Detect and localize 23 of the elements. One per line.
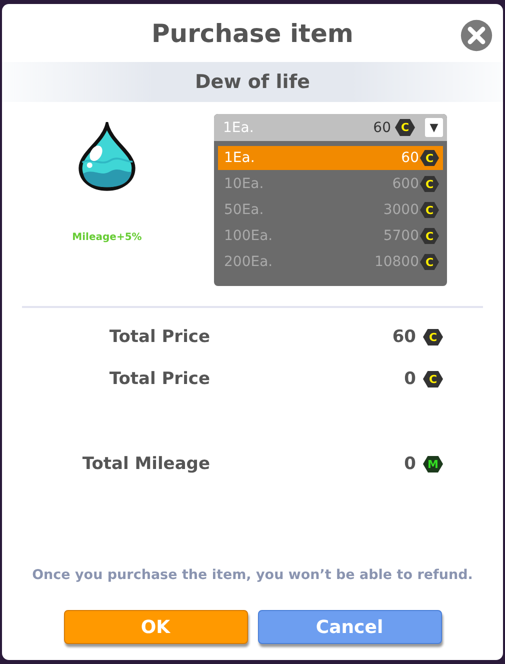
quantity-dropdown[interactable]: 1Ea. 60 C ▼ 1Ea. 60 C 10Ea. 600 C 50Ea. 3000 C 100Ea. 5700 C 200Ea. 10800 C [214, 114, 447, 286]
item-name: Dew of life [195, 71, 310, 93]
quantity-option[interactable]: 200Ea. 10800 C [218, 250, 443, 274]
total-value: 60 [391, 327, 416, 347]
quantity-option[interactable]: 100Ea. 5700 C [218, 224, 443, 248]
coin-icon: C [395, 119, 415, 136]
quantity-option[interactable]: 1Ea. 60 C [218, 146, 443, 170]
total-label: Total Mileage [81, 454, 210, 474]
refund-notice: Once you purchase the item, you won’t be able to refund. [31, 567, 474, 583]
total-value: 0 [403, 369, 416, 389]
quantity-option[interactable]: 50Ea. 3000 C [218, 198, 443, 222]
close-icon[interactable] [460, 19, 493, 52]
total-label: Total Price [108, 369, 210, 389]
quantity-option[interactable]: 10Ea. 600 C [218, 172, 443, 196]
current-quantity: 1Ea. [223, 120, 255, 136]
total-value: 0 [403, 454, 416, 474]
mileage-icon: M [423, 456, 443, 472]
coin-icon: C [423, 370, 443, 388]
coin-icon: C [423, 328, 443, 346]
dialog-title: Purchase item [151, 18, 354, 48]
total-label: Total Price [108, 327, 210, 347]
mileage-bonus: Mileage+5% [72, 232, 142, 243]
current-price: 60 [373, 120, 391, 136]
